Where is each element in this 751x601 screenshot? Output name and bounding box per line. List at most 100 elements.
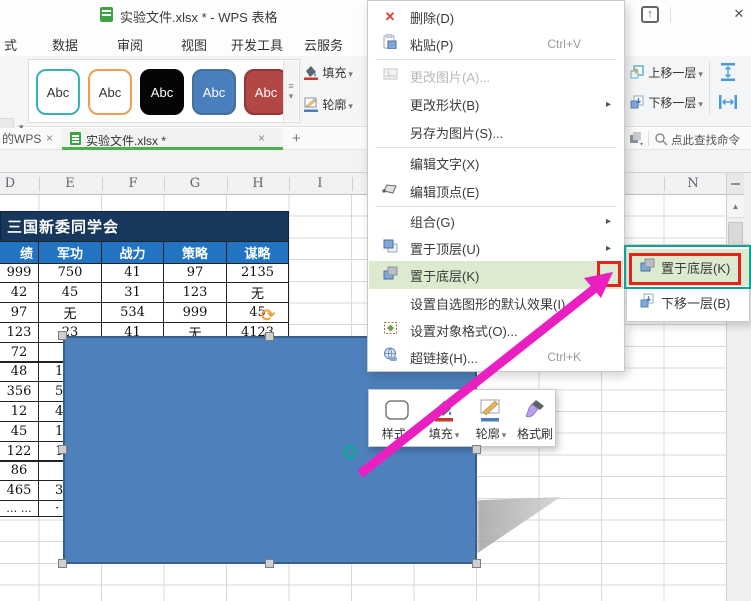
tab-formulas[interactable]: 式 xyxy=(4,35,17,54)
tab-data[interactable]: 数据 xyxy=(52,35,78,54)
table-cell[interactable]: 41 xyxy=(102,263,164,284)
table-cell[interactable]: 无 xyxy=(39,302,102,323)
column-header-n[interactable]: N xyxy=(687,176,698,191)
scroll-up-button[interactable]: ▲ xyxy=(727,196,744,218)
menu-item-edit-text[interactable]: 编辑文字(X) xyxy=(369,149,623,177)
paste-icon xyxy=(378,34,402,54)
close-button[interactable]: ✕ xyxy=(728,4,750,24)
column-divider xyxy=(227,177,228,191)
outline-button-mini[interactable]: 轮廓▾ xyxy=(469,394,513,444)
distribute-vertical-button[interactable] xyxy=(718,62,738,87)
tab-developer[interactable]: 开发工具 xyxy=(231,35,283,54)
table-cell[interactable]: 97 xyxy=(0,302,39,323)
column-header-e[interactable]: E xyxy=(65,176,75,191)
table-cell[interactable]: 123 xyxy=(164,282,227,303)
menu-item-label: 设置对象格式(O)... xyxy=(410,321,518,340)
menu-item-group[interactable]: 组合(G) ▸ xyxy=(369,207,623,235)
table-cell[interactable]: 12 xyxy=(0,401,39,422)
tab-view[interactable]: 视图 xyxy=(181,35,207,54)
tab-cloud[interactable]: 云服务 xyxy=(304,35,343,54)
menu-item-paste[interactable]: 粘贴(P) Ctrl+V xyxy=(369,30,623,58)
column-header-i[interactable]: I xyxy=(317,176,322,191)
table-cell[interactable]: 356 xyxy=(0,381,39,402)
table-cell[interactable]: 123 xyxy=(0,322,39,343)
tab-wps-home[interactable]: 的WPS xyxy=(2,130,41,150)
column-header-g[interactable]: G xyxy=(190,176,200,191)
table-cell[interactable]: 97 xyxy=(164,263,227,284)
handle-middle-left[interactable] xyxy=(58,445,67,454)
shape-style-black[interactable]: Abc xyxy=(140,69,184,115)
restore-up-icon[interactable]: ↑ xyxy=(641,6,659,23)
fill-button-mini[interactable]: 填充▾ xyxy=(422,394,466,444)
shape-style-teal[interactable]: Abc xyxy=(36,69,80,115)
handle-bottom-right[interactable] xyxy=(472,559,481,568)
table-cell[interactable]: 750 xyxy=(39,263,102,284)
table-cell[interactable]: 45 xyxy=(0,421,39,442)
send-backward-button[interactable]: 下移一层▾ xyxy=(630,94,703,111)
menu-item-set-autoshape-defaults[interactable]: 设置自选图形的默认效果(I) xyxy=(369,289,623,317)
menu-item-send-to-back[interactable]: 置于底层(K) ▸ xyxy=(369,261,623,289)
tab-review[interactable]: 审阅 xyxy=(117,35,143,54)
style-button[interactable]: 样式▾ xyxy=(375,394,419,444)
column-header-f[interactable]: F xyxy=(128,176,137,191)
menu-item-edit-points[interactable]: 编辑顶点(E) xyxy=(369,177,623,205)
table-cell[interactable]: 999 xyxy=(164,302,227,323)
handle-bottom-middle[interactable] xyxy=(265,559,274,568)
table-cell[interactable]: 42 xyxy=(0,282,39,303)
bring-forward-button[interactable]: 上移一层▾ xyxy=(630,64,703,81)
table-header-cell[interactable]: 绩 xyxy=(0,241,39,264)
handle-top-middle[interactable] xyxy=(265,332,274,341)
table-cell[interactable]: 45 xyxy=(227,302,289,323)
rotate-handle[interactable]: ⟳ xyxy=(261,306,275,326)
column-header-d[interactable]: D xyxy=(5,176,15,191)
table-cell[interactable]: 31 xyxy=(102,282,164,303)
shape-style-blue[interactable]: Abc xyxy=(192,69,236,115)
minimize-button[interactable] xyxy=(682,4,704,24)
table-cell[interactable]: … … xyxy=(0,500,39,517)
table-cell[interactable]: 534 xyxy=(102,302,164,323)
table-cell[interactable]: 122 xyxy=(0,441,39,462)
menu-item-delete[interactable]: ✕ 删除(D) xyxy=(369,3,623,31)
outline-button[interactable]: 轮廓▾ xyxy=(303,96,353,113)
menu-item-change-shape[interactable]: 更改形状(B) ▸ xyxy=(369,90,623,118)
table-cell[interactable]: 86 xyxy=(0,461,39,482)
table-cell[interactable]: 999 xyxy=(0,263,39,284)
find-command-label[interactable]: 点此查找命令 xyxy=(671,132,740,148)
handle-bottom-left[interactable] xyxy=(58,559,67,568)
distribute-horizontal-button[interactable] xyxy=(718,92,738,117)
table-cell[interactable]: 45 xyxy=(39,282,102,303)
format-painter-button[interactable]: 格式刷 xyxy=(513,394,557,444)
left-tab-close-icon[interactable]: × xyxy=(46,131,53,145)
submenu-item-send-backward[interactable]: 下移一层(B) xyxy=(627,286,749,319)
fill-button[interactable]: 填充▾ xyxy=(303,64,353,81)
table-header-cell[interactable]: 谋略 xyxy=(227,241,289,264)
column-header-h[interactable]: H xyxy=(252,176,263,191)
submenu-item-send-to-back[interactable]: 置于底层(K) xyxy=(627,249,749,286)
table-cell[interactable]: 465 xyxy=(0,480,39,501)
handle-top-left[interactable] xyxy=(58,331,67,340)
table-header-cell[interactable]: 军功 xyxy=(39,241,102,264)
table-header-cell[interactable]: 策略 xyxy=(164,241,227,264)
menu-item-bring-to-front[interactable]: 置于顶层(U) ▸ xyxy=(369,234,623,262)
handle-middle-right[interactable] xyxy=(472,445,481,454)
menu-item-format-object[interactable]: 设置对象格式(O)... xyxy=(369,316,623,344)
fill-bucket-icon xyxy=(303,64,319,80)
table-header-cell[interactable]: 战力 xyxy=(102,241,164,264)
tab-active-document[interactable]: 实验文件.xlsx * × xyxy=(62,128,283,150)
shape-style-red[interactable]: Abc xyxy=(244,69,288,115)
vertical-scrollbar[interactable]: ▲ xyxy=(726,173,744,601)
menu-item-hyperlink[interactable]: 超链接(H)... Ctrl+K xyxy=(369,343,623,371)
menu-item-change-picture[interactable]: 更改图片(A)... xyxy=(369,62,623,90)
maximize-button[interactable] xyxy=(705,4,727,24)
menu-item-save-as-picture[interactable]: 另存为图片(S)... xyxy=(369,118,623,146)
scrollbar-split-handle[interactable] xyxy=(727,173,744,195)
table-header-row: 绩 军功 战力 策略 谋略 xyxy=(0,242,289,264)
active-tab-close-icon[interactable]: × xyxy=(258,131,265,145)
new-tab-button[interactable]: + xyxy=(292,130,301,147)
gallery-more-button[interactable]: ≡ ▾ xyxy=(283,61,298,121)
table-cell[interactable]: 2135 xyxy=(227,263,289,284)
table-cell[interactable]: 72 xyxy=(0,342,39,363)
shape-style-orange[interactable]: Abc xyxy=(88,69,132,115)
table-cell[interactable]: 无 xyxy=(227,282,289,303)
table-cell[interactable]: 48 xyxy=(0,362,39,383)
